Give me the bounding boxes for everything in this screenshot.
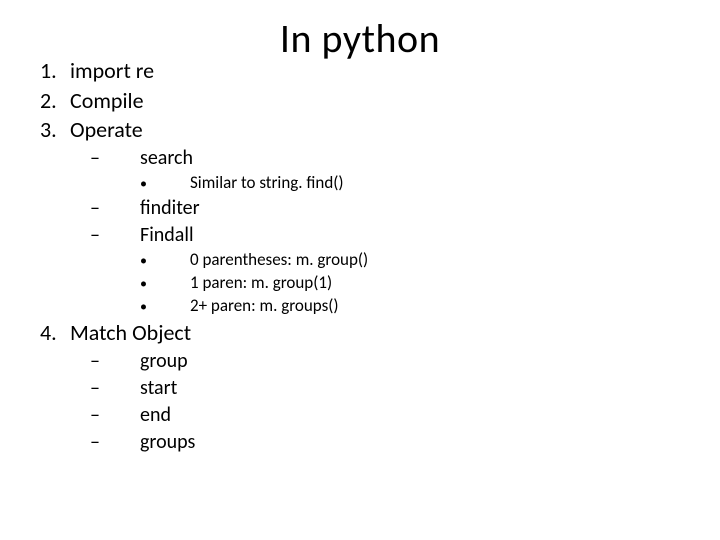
list-number: 4. (40, 318, 70, 348)
dot-bullet: • (140, 275, 190, 294)
list-item: – search • Similar to string. find() (90, 145, 680, 195)
list-text: 2+ paren: m. groups() (190, 295, 339, 318)
list-item: – group (90, 348, 680, 375)
list-number: 3. (40, 115, 70, 145)
dash-bullet: – (90, 348, 140, 375)
dash-bullet: – (90, 375, 140, 402)
list-text: end (140, 402, 171, 429)
list-item: • Similar to string. find() (140, 172, 680, 195)
sub-list: – group – start – end (40, 348, 680, 456)
list-number: 1. (40, 56, 70, 86)
list-text: group (140, 348, 188, 375)
list-item: – finditer (90, 195, 680, 222)
dash-bullet: – (90, 429, 140, 456)
dot-bullet: • (140, 298, 190, 317)
dot-bullet: • (140, 175, 190, 194)
list-text: groups (140, 429, 195, 456)
dash-bullet: – (90, 195, 140, 222)
list-item: – groups (90, 429, 680, 456)
list-item: 3. Operate – search • Similar to string.… (40, 115, 680, 317)
sub-sub-list: • 0 parentheses: m. group() • 1 paren: m… (90, 249, 680, 318)
list-item: 1. import re (40, 56, 680, 86)
list-number: 2. (40, 86, 70, 116)
dash-bullet: – (90, 145, 140, 172)
list-text: 0 parentheses: m. group() (190, 249, 368, 272)
dash-bullet: – (90, 402, 140, 429)
dot-bullet: • (140, 252, 190, 271)
list-item: – end (90, 402, 680, 429)
list-text: Findall (140, 222, 194, 249)
list-text: finditer (140, 195, 200, 222)
sub-list: – search • Similar to string. find() (40, 145, 680, 318)
numbered-list: 1. import re 2. Compile 3. Operate (40, 56, 680, 456)
list-item: – start (90, 375, 680, 402)
list-item: 2. Compile (40, 86, 680, 116)
dash-bullet: – (90, 222, 140, 249)
list-text: 1 paren: m. group(1) (190, 272, 332, 295)
list-text: Compile (70, 86, 144, 116)
list-text: Operate (70, 115, 143, 145)
list-item: • 2+ paren: m. groups() (140, 295, 680, 318)
list-item: 4. Match Object – group – start (40, 318, 680, 456)
list-item: – Findall • 0 parentheses: m. group() • … (90, 222, 680, 318)
list-text: import re (70, 56, 154, 86)
list-item: • 0 parentheses: m. group() (140, 249, 680, 272)
list-text: search (140, 145, 193, 172)
list-item: • 1 paren: m. group(1) (140, 272, 680, 295)
sub-sub-list: • Similar to string. find() (90, 172, 680, 195)
list-text: start (140, 375, 177, 402)
slide-body: 1. import re 2. Compile 3. Operate (40, 56, 680, 456)
list-text: Similar to string. find() (190, 172, 344, 195)
list-text: Match Object (70, 318, 191, 348)
slide: In python 1. import re 2. Compile 3. Ope… (0, 0, 720, 540)
